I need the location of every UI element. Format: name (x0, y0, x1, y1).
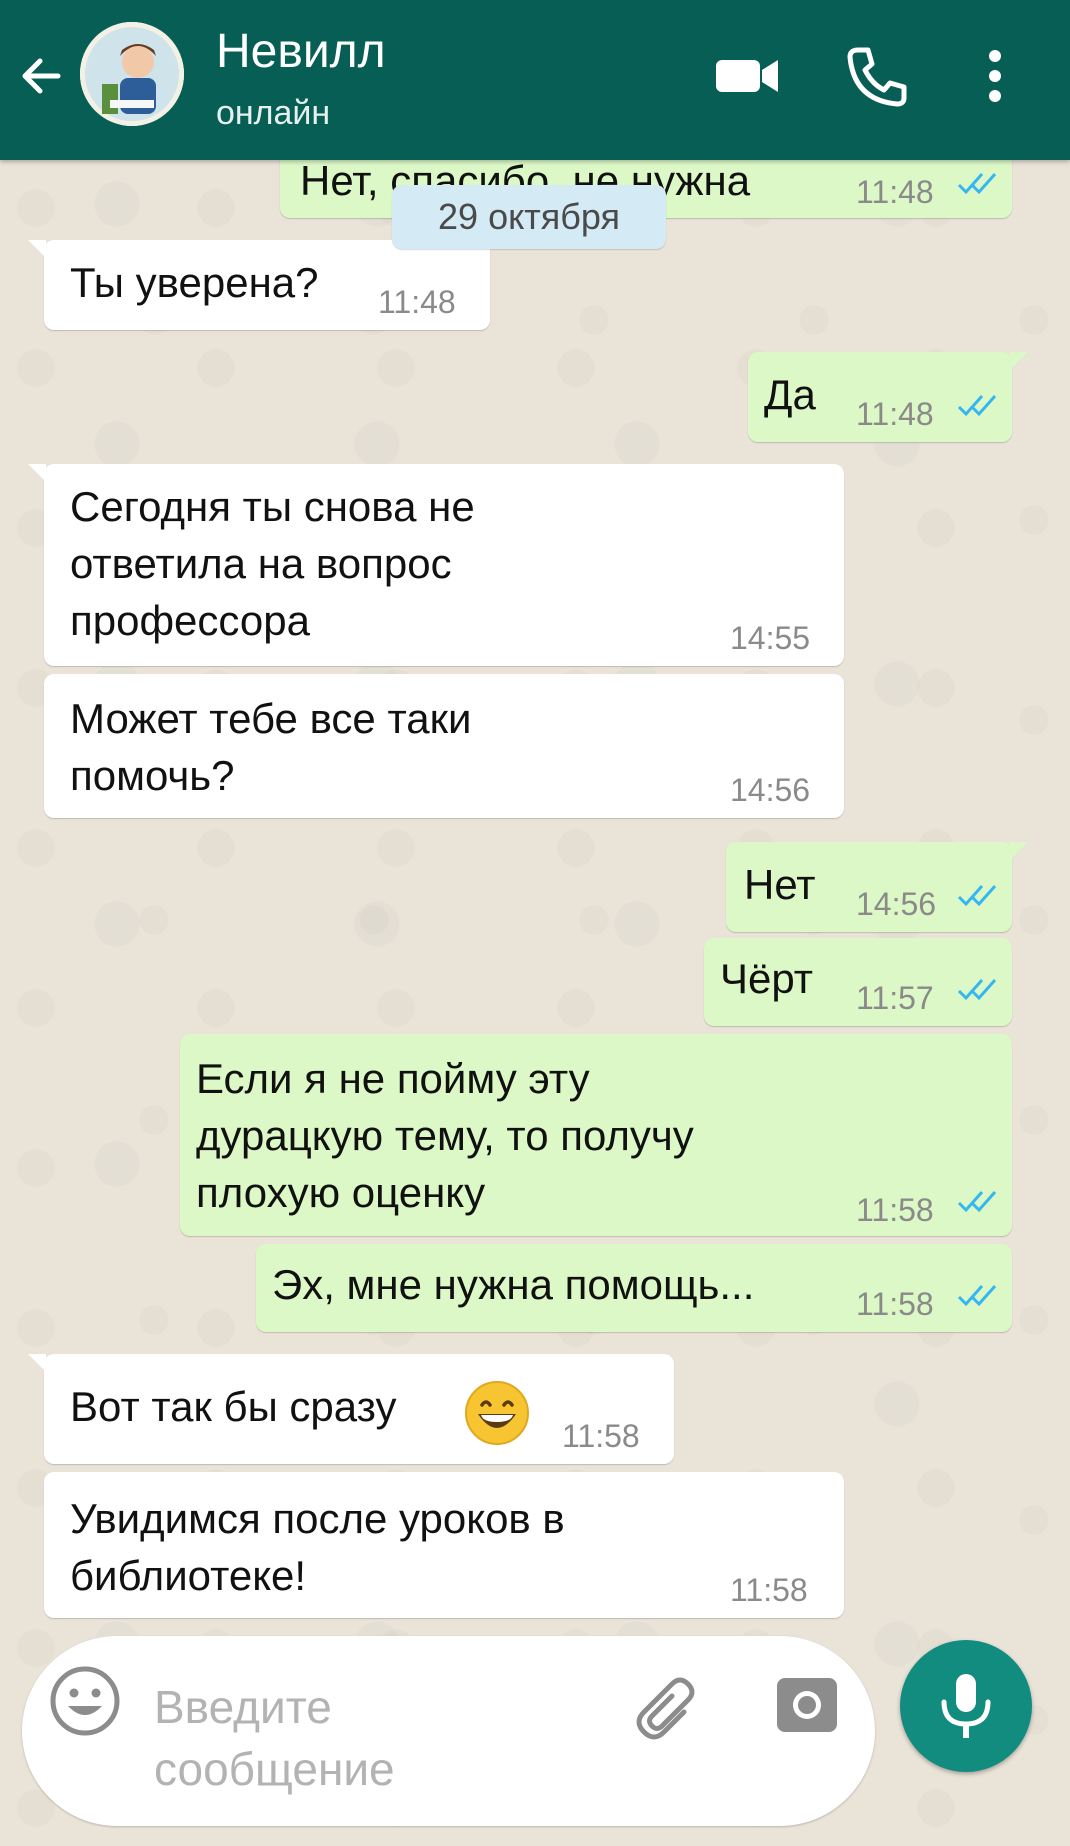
read-ticks-icon (957, 885, 997, 907)
message-time: 11:58 (856, 1192, 934, 1228)
read-ticks-icon (957, 173, 997, 195)
date-divider: 29 октября (392, 185, 666, 249)
message-time: 11:58 (856, 1286, 934, 1322)
message-outgoing[interactable]: Да 11:48 (748, 352, 1028, 442)
microphone-icon (941, 1674, 991, 1738)
read-ticks-icon (957, 979, 997, 1001)
message-time: 11:57 (856, 980, 934, 1016)
message-incoming[interactable]: Вот так бы сразу 11:58 (28, 1354, 674, 1464)
contact-name[interactable]: Невилл (216, 24, 386, 79)
more-options-icon[interactable] (960, 40, 1030, 112)
message-outgoing[interactable]: Нет 14:56 (726, 842, 1028, 932)
message-input[interactable]: Введите сообщение (154, 1676, 574, 1800)
emoji-icon[interactable] (48, 1664, 122, 1738)
chat-header: Невилл онлайн (0, 0, 1070, 160)
message-incoming[interactable]: Может тебе все таки помочь? 14:56 (44, 674, 844, 818)
message-text: Может тебе все таки помочь? (70, 695, 472, 799)
message-incoming[interactable]: Увидимся после уроков в библиотеке! 11:5… (44, 1472, 844, 1618)
message-text: Сегодня ты снова не ответила на вопрос п… (70, 483, 475, 644)
message-time: 11:48 (856, 174, 934, 210)
message-time: 11:58 (730, 1572, 808, 1608)
message-text: Да (764, 371, 816, 418)
message-time: 11:48 (856, 396, 934, 432)
phone-call-icon[interactable] (840, 40, 912, 112)
message-text: Если я не пойму эту дурацкую тему, то по… (196, 1055, 694, 1216)
message-outgoing[interactable]: Эх, мне нужна помощь... 11:58 (256, 1244, 1012, 1332)
video-call-icon[interactable] (712, 40, 784, 112)
paperclip-icon[interactable] (632, 1672, 708, 1748)
message-incoming[interactable]: Сегодня ты снова не ответила на вопрос п… (28, 464, 844, 666)
microphone-button[interactable] (900, 1640, 1032, 1772)
message-outgoing[interactable]: Чёрт 11:57 (704, 938, 1012, 1026)
message-input-bar: Введите сообщение (22, 1636, 875, 1826)
contact-avatar[interactable] (80, 22, 184, 126)
message-time: 14:56 (730, 772, 811, 808)
message-time: 11:58 (562, 1418, 640, 1454)
message-text: Чёрт (720, 955, 814, 1002)
message-text: Ты уверена? (70, 259, 319, 306)
read-ticks-icon (957, 1285, 997, 1307)
read-ticks-icon (957, 395, 997, 417)
message-text: Увидимся после уроков в библиотеке! (70, 1495, 565, 1599)
camera-icon[interactable] (774, 1672, 840, 1738)
read-ticks-icon (957, 1191, 997, 1213)
message-time: 14:56 (856, 886, 937, 922)
contact-status: онлайн (216, 94, 331, 132)
message-time: 14:55 (730, 620, 811, 656)
grinning-face-icon (465, 1381, 529, 1445)
message-incoming[interactable]: Ты уверена? 11:48 (28, 240, 490, 330)
message-text: Эх, мне нужна помощь... (272, 1261, 755, 1308)
back-arrow-icon[interactable] (14, 48, 70, 104)
message-time: 11:48 (378, 284, 456, 320)
message-text: Нет (744, 861, 816, 908)
message-outgoing[interactable]: Если я не пойму эту дурацкую тему, то по… (180, 1034, 1012, 1236)
message-text: Вот так бы сразу (70, 1383, 397, 1430)
